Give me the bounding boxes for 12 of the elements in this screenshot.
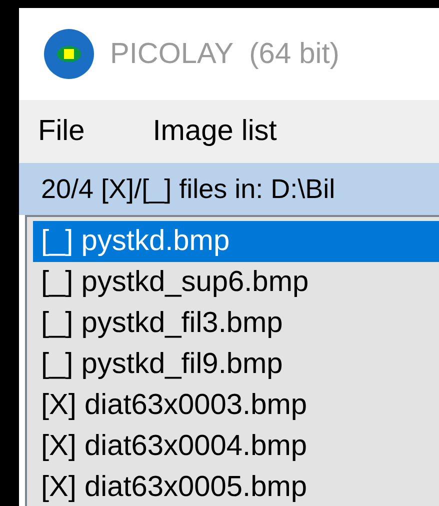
list-entry[interactable]: [X] diat63x0004.bmp (33, 426, 439, 467)
list-entry[interactable]: [X] diat63x0003.bmp (33, 385, 439, 426)
list-entry[interactable]: [_] pystkd_fil9.bmp (33, 344, 439, 385)
group-title: 20/4 [X]/[_] files in: D:\Bil (41, 174, 336, 204)
menu-item[interactable]: File (38, 115, 85, 148)
list-entry[interactable]: [_] pystkd_sup6.bmp (33, 262, 439, 303)
app-logo-icon (44, 29, 94, 79)
list-entry[interactable]: [_] pystkd_fil3.bmp (33, 303, 439, 344)
list-entry[interactable]: [_] pystkd.bmp (33, 221, 439, 262)
list-entry[interactable]: [X] diat63x0005.bmp (33, 467, 439, 506)
menu-item[interactable]: Image list (152, 115, 277, 148)
window-title: PICOLAY (64 bit) (110, 38, 340, 70)
